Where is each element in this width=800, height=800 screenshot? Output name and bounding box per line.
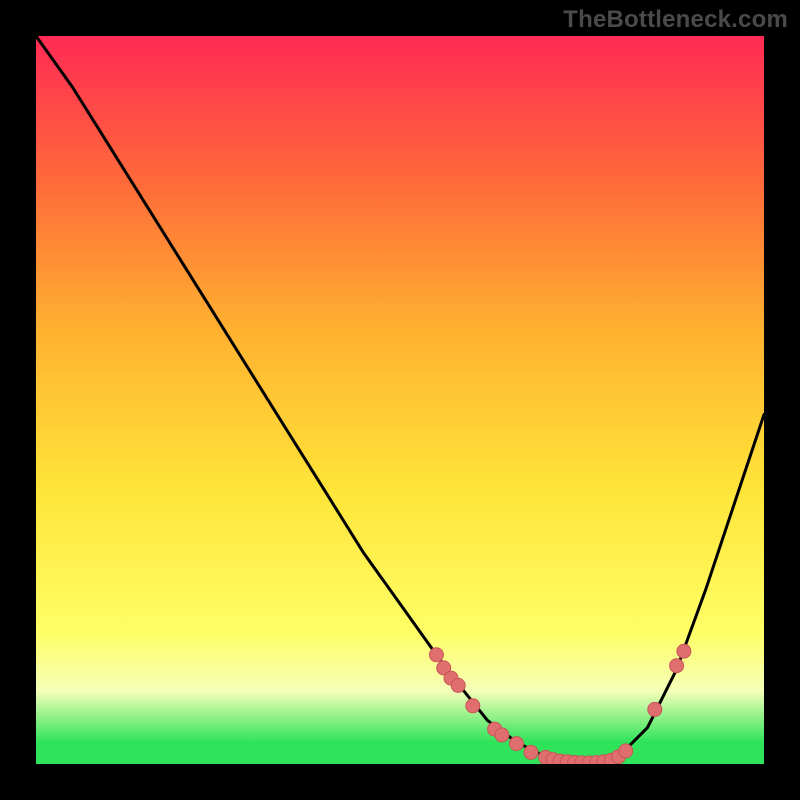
- gradient-background: [36, 36, 764, 764]
- watermark-text: TheBottleneck.com: [563, 6, 788, 34]
- data-point: [429, 648, 443, 662]
- data-point: [466, 699, 480, 713]
- chart-frame: TheBottleneck.com: [0, 0, 800, 800]
- data-point: [648, 702, 662, 716]
- data-point: [677, 644, 691, 658]
- chart-svg: [36, 36, 764, 764]
- data-point: [495, 728, 509, 742]
- data-point: [619, 744, 633, 758]
- data-point: [670, 659, 684, 673]
- plot-area: [36, 36, 764, 764]
- data-point: [510, 737, 524, 751]
- data-point: [451, 678, 465, 692]
- data-point: [524, 745, 538, 759]
